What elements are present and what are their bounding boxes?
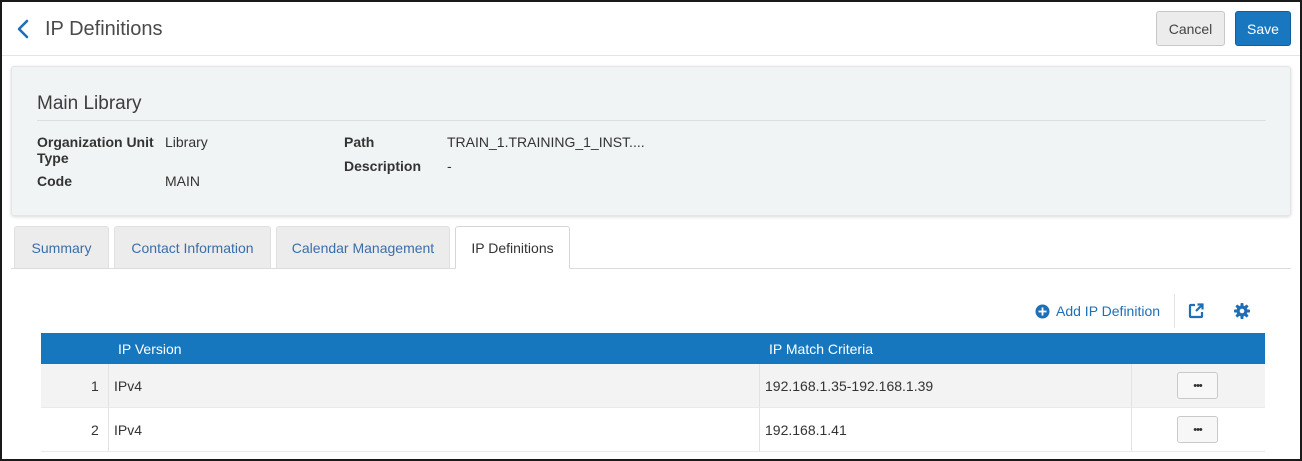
- toolbar-separator: [1174, 294, 1175, 328]
- org-unit-type-label-line1: Organization Unit: [37, 134, 154, 150]
- cell-ip-match-criteria: 192.168.1.35-192.168.1.39: [765, 378, 934, 394]
- ip-definitions-table: IP Version IP Match Criteria 1 IPv4 192.…: [41, 333, 1265, 452]
- page-title: IP Definitions: [45, 18, 163, 40]
- card-divider: [37, 120, 1266, 121]
- plus-circle-icon: [1035, 304, 1050, 318]
- app-window: IP Definitions Cancel Save Main Library …: [0, 0, 1302, 461]
- export-icon[interactable]: [1187, 302, 1205, 320]
- tab-bar: Summary Contact Information Calendar Man…: [2, 226, 1300, 269]
- tab-contact-information[interactable]: Contact Information: [114, 226, 271, 268]
- add-ip-definition-label: Add IP Definition: [1056, 303, 1161, 319]
- org-unit-type-label-line2: Type: [37, 150, 69, 166]
- page-header: IP Definitions Cancel Save: [2, 2, 1300, 56]
- add-ip-definition-button[interactable]: Add IP Definition: [1035, 301, 1160, 321]
- column-divider: [759, 364, 760, 407]
- back-arrow-icon[interactable]: [14, 18, 32, 40]
- description-value: -: [447, 158, 452, 174]
- table-header: IP Version IP Match Criteria: [41, 333, 1265, 364]
- column-header-ip-version[interactable]: IP Version: [118, 341, 182, 357]
- row-index: 2: [91, 422, 99, 438]
- description-label: Description: [344, 158, 422, 174]
- more-icon: •••: [1193, 379, 1203, 392]
- tab-calendar-management[interactable]: Calendar Management: [276, 226, 450, 268]
- row-actions-button[interactable]: •••: [1177, 372, 1218, 399]
- tab-ip-definitions[interactable]: IP Definitions: [455, 226, 570, 269]
- path-value: TRAIN_1.TRAINING_1_INST....: [447, 134, 645, 150]
- code-label: Code: [37, 173, 72, 189]
- gear-icon[interactable]: [1233, 302, 1251, 320]
- tab-summary[interactable]: Summary: [14, 226, 109, 268]
- org-unit-type-label: Organization Unit Type: [37, 134, 154, 166]
- cell-ip-version: IPv4: [114, 422, 143, 438]
- table-row: 2 IPv4 192.168.1.41 •••: [41, 408, 1265, 452]
- path-label: Path: [344, 134, 375, 150]
- column-divider: [108, 408, 109, 451]
- row-index: 1: [91, 378, 99, 394]
- column-header-ip-match-criteria[interactable]: IP Match Criteria: [769, 341, 873, 357]
- column-divider: [759, 408, 760, 451]
- column-divider: [1131, 408, 1132, 451]
- column-divider: [1131, 364, 1132, 407]
- cell-ip-match-criteria: 192.168.1.41: [765, 422, 847, 438]
- library-info-card: Main Library Organization Unit Type Libr…: [11, 66, 1291, 216]
- code-value: MAIN: [165, 173, 200, 189]
- column-divider: [108, 364, 109, 407]
- org-unit-type-value: Library: [165, 134, 208, 150]
- cell-ip-version: IPv4: [114, 378, 143, 394]
- row-actions-button[interactable]: •••: [1177, 416, 1218, 443]
- more-icon: •••: [1193, 423, 1203, 436]
- library-name: Main Library: [37, 93, 142, 114]
- cancel-button[interactable]: Cancel: [1156, 11, 1225, 46]
- table-row: 1 IPv4 192.168.1.35-192.168.1.39 •••: [41, 364, 1265, 408]
- save-button[interactable]: Save: [1235, 11, 1291, 46]
